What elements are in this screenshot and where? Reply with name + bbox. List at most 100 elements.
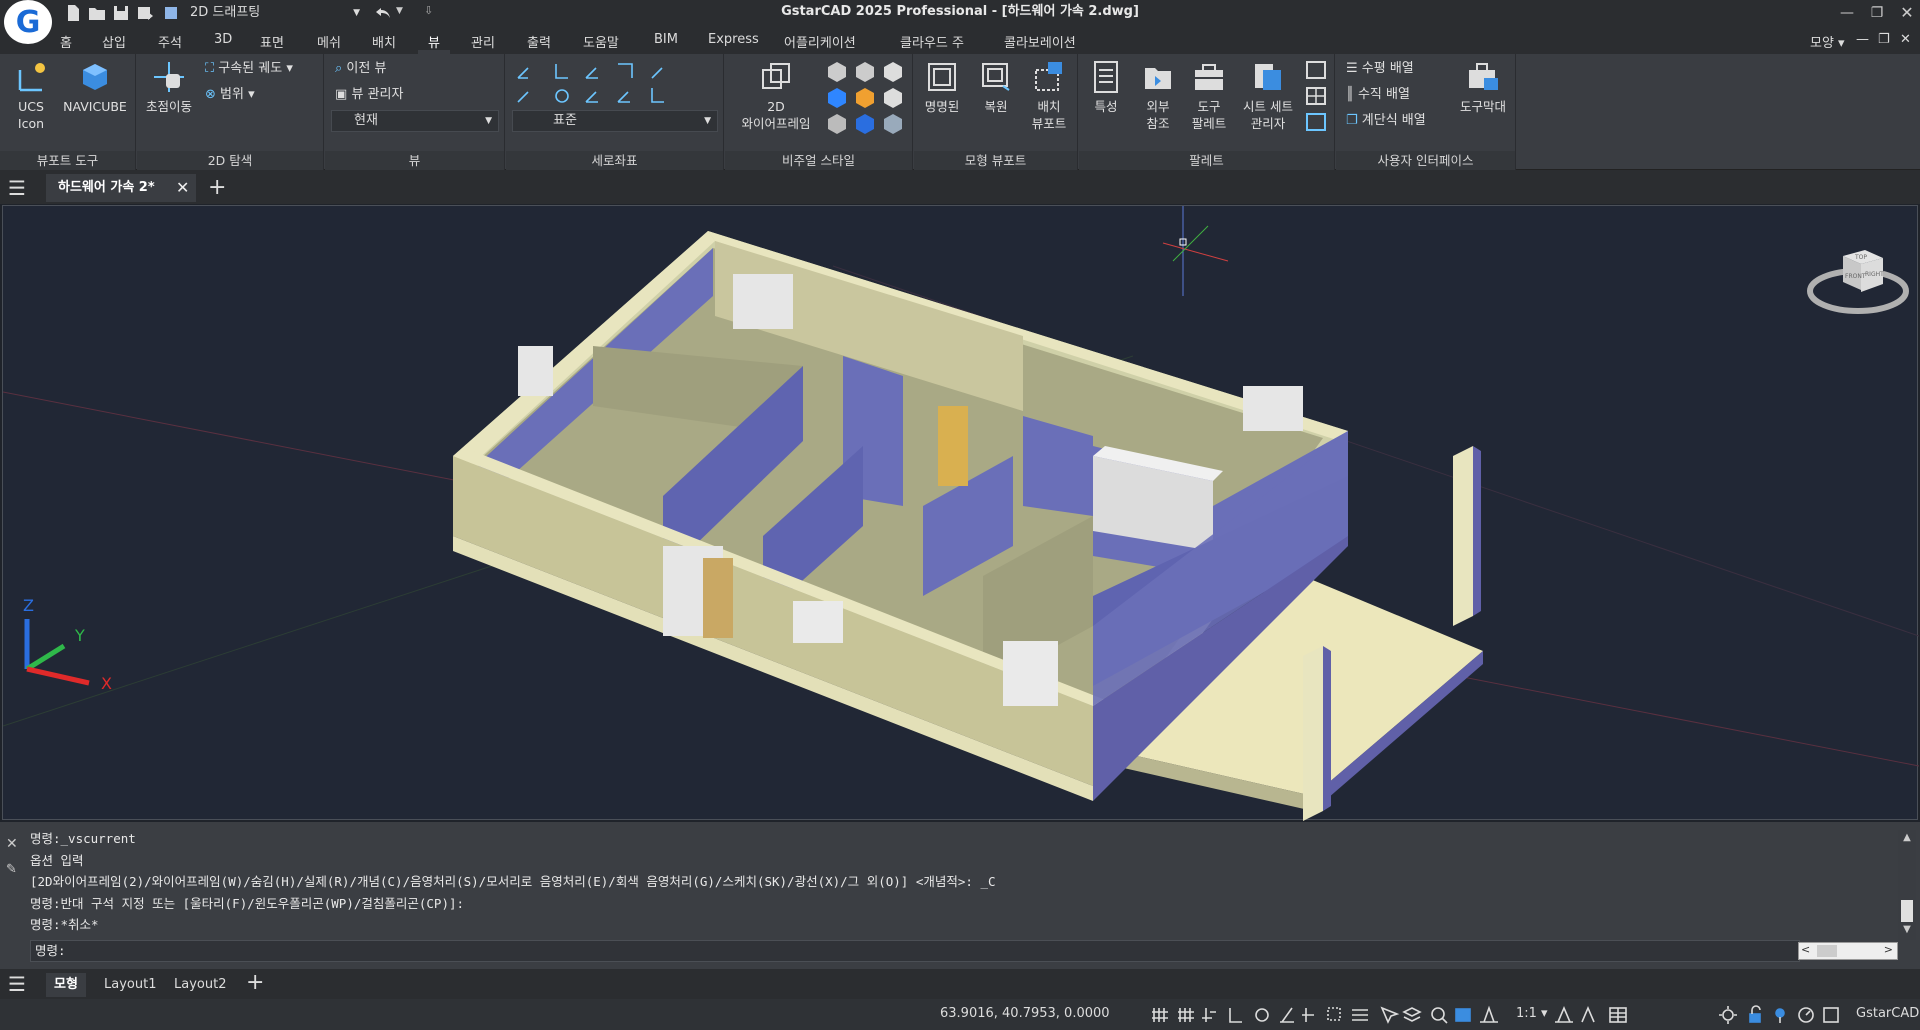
scroll-thumb[interactable] [1901, 900, 1913, 922]
tab-applications[interactable]: 어플리케이션 [784, 32, 856, 51]
tile-v-label: 수직 배열 [1357, 87, 1410, 102]
tab-layout2[interactable]: Layout2 [166, 973, 234, 997]
close-tab-icon[interactable]: ✕ [176, 178, 189, 197]
ribbon-restore-icon[interactable]: ❐ [1878, 32, 1890, 47]
extents-label: 범위 [220, 87, 244, 102]
named-viewport-icon [928, 63, 956, 91]
tab-insert[interactable]: 삽입 [102, 32, 126, 51]
cascade-button[interactable]: ❐ 계단식 배열 [1346, 112, 1426, 130]
close-icon[interactable]: ✕ [1892, 2, 1920, 24]
tile-horizontal-button[interactable]: ☰ 수평 배열 [1346, 60, 1414, 78]
tab-express[interactable]: Express [708, 32, 759, 47]
tab-model[interactable]: 모형 [46, 973, 86, 997]
tab-collaboration[interactable]: 콜라보레이션 [1004, 32, 1076, 51]
workspace-dropdown[interactable]: 2D 드래프팅 ▼ [190, 2, 370, 24]
document-tab-label: 하드웨어 가속 2* [58, 180, 155, 195]
tab-home[interactable]: 홈 [60, 32, 72, 51]
layout-viewports-button[interactable]: 배치 뷰포트 [1022, 60, 1076, 132]
panel-ucs: 표준 ▼ 세로좌표 [506, 54, 724, 170]
navcube-front-label: FRONT [1845, 273, 1866, 280]
scroll-left-icon[interactable]: < [1801, 943, 1810, 956]
properties-button[interactable]: 특성 [1081, 60, 1131, 115]
tab-surface[interactable]: 표면 [260, 32, 284, 51]
command-line: 명령:_vscurrent [30, 831, 136, 846]
sheetset-icon [1255, 64, 1281, 90]
front-window-2 [1003, 641, 1058, 706]
ucs-tool-icons[interactable] [514, 60, 714, 106]
app-logo[interactable]: G [4, 0, 52, 44]
scroll-up-icon[interactable]: ▲ [1898, 832, 1916, 843]
ucs-icon-button[interactable]: UCS Icon [6, 60, 56, 132]
horizontal-scrollbar[interactable]: < > [1798, 942, 1898, 960]
extents-button[interactable]: ⊗ 범위 ▾ [205, 86, 255, 104]
tab-output[interactable]: 출력 [527, 32, 551, 51]
status-annotation-icons[interactable] [1554, 1004, 1664, 1026]
appearance-menu[interactable]: 모양 ▾ [1810, 32, 1845, 51]
save-as-icon[interactable] [136, 4, 154, 22]
new-file-icon[interactable] [64, 4, 82, 22]
tab-bim[interactable]: BIM [654, 32, 678, 47]
command-line: 옵션 입력 [30, 852, 84, 868]
tab-view[interactable]: 뷰 [428, 32, 440, 51]
cascade-icon: ❐ [1346, 113, 1358, 128]
back-window [733, 274, 793, 329]
chevron-down-icon: ▼ [353, 8, 360, 18]
palette-small-icons[interactable] [1303, 60, 1329, 138]
scroll-down-icon[interactable]: ▼ [1898, 924, 1916, 935]
wireframe-2d-button[interactable]: 2D 와이어프레임 [727, 60, 825, 132]
restore-icon[interactable]: ❐ [1862, 2, 1892, 24]
ucs-standard-dropdown[interactable]: 표준 ▼ [512, 110, 718, 132]
tool-palette-button[interactable]: 도구 팔레트 [1183, 60, 1235, 132]
quick-access-menu-icon[interactable]: ⇩ [424, 4, 433, 17]
tab-annotate[interactable]: 주석 [158, 32, 182, 51]
current-view-dropdown[interactable]: 현재 ▼ [331, 110, 499, 132]
customize-command-icon[interactable]: ✎ [6, 862, 17, 877]
command-scrollbar[interactable]: ▲ ▼ [1898, 830, 1916, 940]
view-manager-button[interactable]: ▣ 뷰 관리자 [335, 86, 403, 104]
tab-cloud[interactable]: 클라우드 주 [900, 32, 964, 51]
navcube-widget[interactable]: TOP FRONT RIGHT [1803, 246, 1913, 321]
ribbon-close-icon[interactable]: ✕ [1900, 32, 1911, 47]
drawing-viewport[interactable]: TOP FRONT RIGHT Z Y X [2, 205, 1920, 821]
undo-icon[interactable] [372, 4, 394, 22]
document-tab[interactable]: 하드웨어 가속 2* [46, 174, 196, 202]
previous-view-button[interactable]: ⌕ 이전 뷰 [335, 60, 386, 78]
annotation-scale[interactable]: 1:1 ▾ [1516, 1006, 1548, 1021]
toolbars-button[interactable]: 도구막대 [1452, 60, 1514, 115]
visual-style-gallery[interactable] [825, 60, 909, 140]
hscroll-thumb[interactable] [1817, 945, 1837, 957]
close-command-icon[interactable]: ✕ [6, 836, 18, 852]
house-3d-model[interactable] [2, 206, 1920, 821]
hamburger-menu-icon[interactable]: ☰ [8, 176, 26, 200]
tab-mesh[interactable]: 메쉬 [317, 32, 341, 51]
navicube-button[interactable]: NAVICUBE [58, 60, 132, 115]
tab-3d[interactable]: 3D [214, 32, 232, 47]
new-tab-icon[interactable]: + [208, 175, 226, 200]
navicube-label: NAVICUBE [63, 99, 127, 114]
command-input[interactable]: 명령: [30, 940, 1800, 962]
tab-layout[interactable]: 배치 [372, 32, 396, 51]
add-layout-icon[interactable]: + [246, 970, 264, 995]
tab-layout1[interactable]: Layout1 [96, 973, 164, 997]
save-icon[interactable] [112, 4, 130, 22]
panel-title-model-viewports: 모형 뷰포트 [914, 151, 1077, 170]
tab-help[interactable]: 도움말 [583, 32, 619, 51]
constrained-orbit-button[interactable]: ⛶ 구속된 궤도 ▾ [205, 60, 293, 78]
scroll-right-icon[interactable]: > [1884, 943, 1893, 956]
undo-dropdown-icon[interactable]: ▼ [396, 6, 403, 16]
sheetset-manager-button[interactable]: 시트 세트 관리자 [1235, 60, 1301, 132]
panel-title-visual-styles: 비주얼 스타일 [725, 151, 912, 170]
status-system-icons[interactable] [1718, 1004, 1848, 1026]
ucs-axes-icon [18, 63, 45, 92]
tab-manage[interactable]: 관리 [471, 32, 495, 51]
open-folder-icon[interactable] [88, 4, 106, 22]
properties-label: 특성 [1094, 99, 1118, 114]
named-viewports-button[interactable]: 명명된 [916, 60, 968, 115]
ribbon-minimize-icon[interactable]: — [1856, 32, 1869, 47]
tile-vertical-button[interactable]: ║ 수직 배열 [1346, 86, 1410, 104]
pan-button[interactable]: 초점이동 [141, 60, 197, 115]
layout-menu-icon[interactable]: ☰ [8, 972, 26, 996]
restore-viewports-button[interactable]: 복원 [970, 60, 1022, 115]
xref-button[interactable]: 외부 참조 [1133, 60, 1183, 132]
minimize-icon[interactable]: — [1832, 2, 1862, 24]
